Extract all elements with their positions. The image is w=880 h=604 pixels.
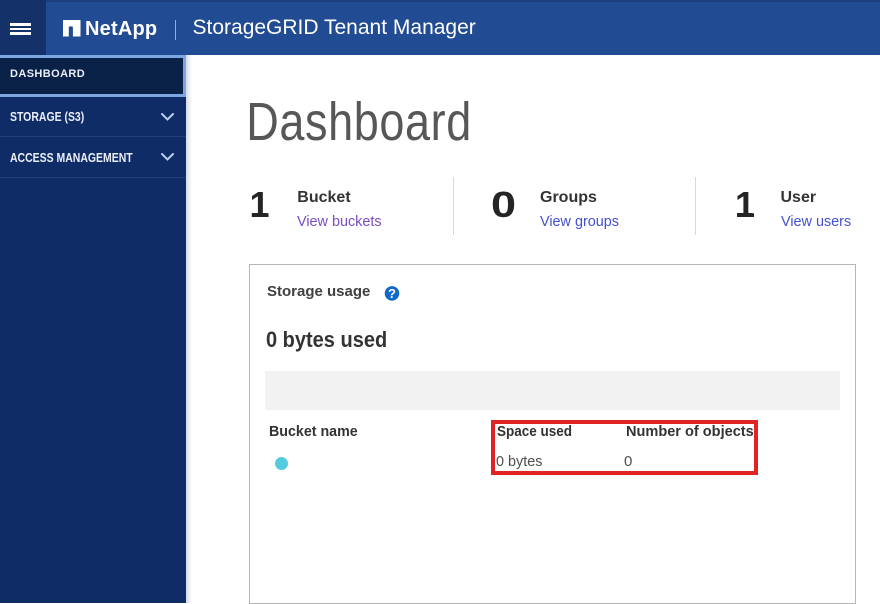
svg-text:?: ? — [388, 286, 396, 301]
